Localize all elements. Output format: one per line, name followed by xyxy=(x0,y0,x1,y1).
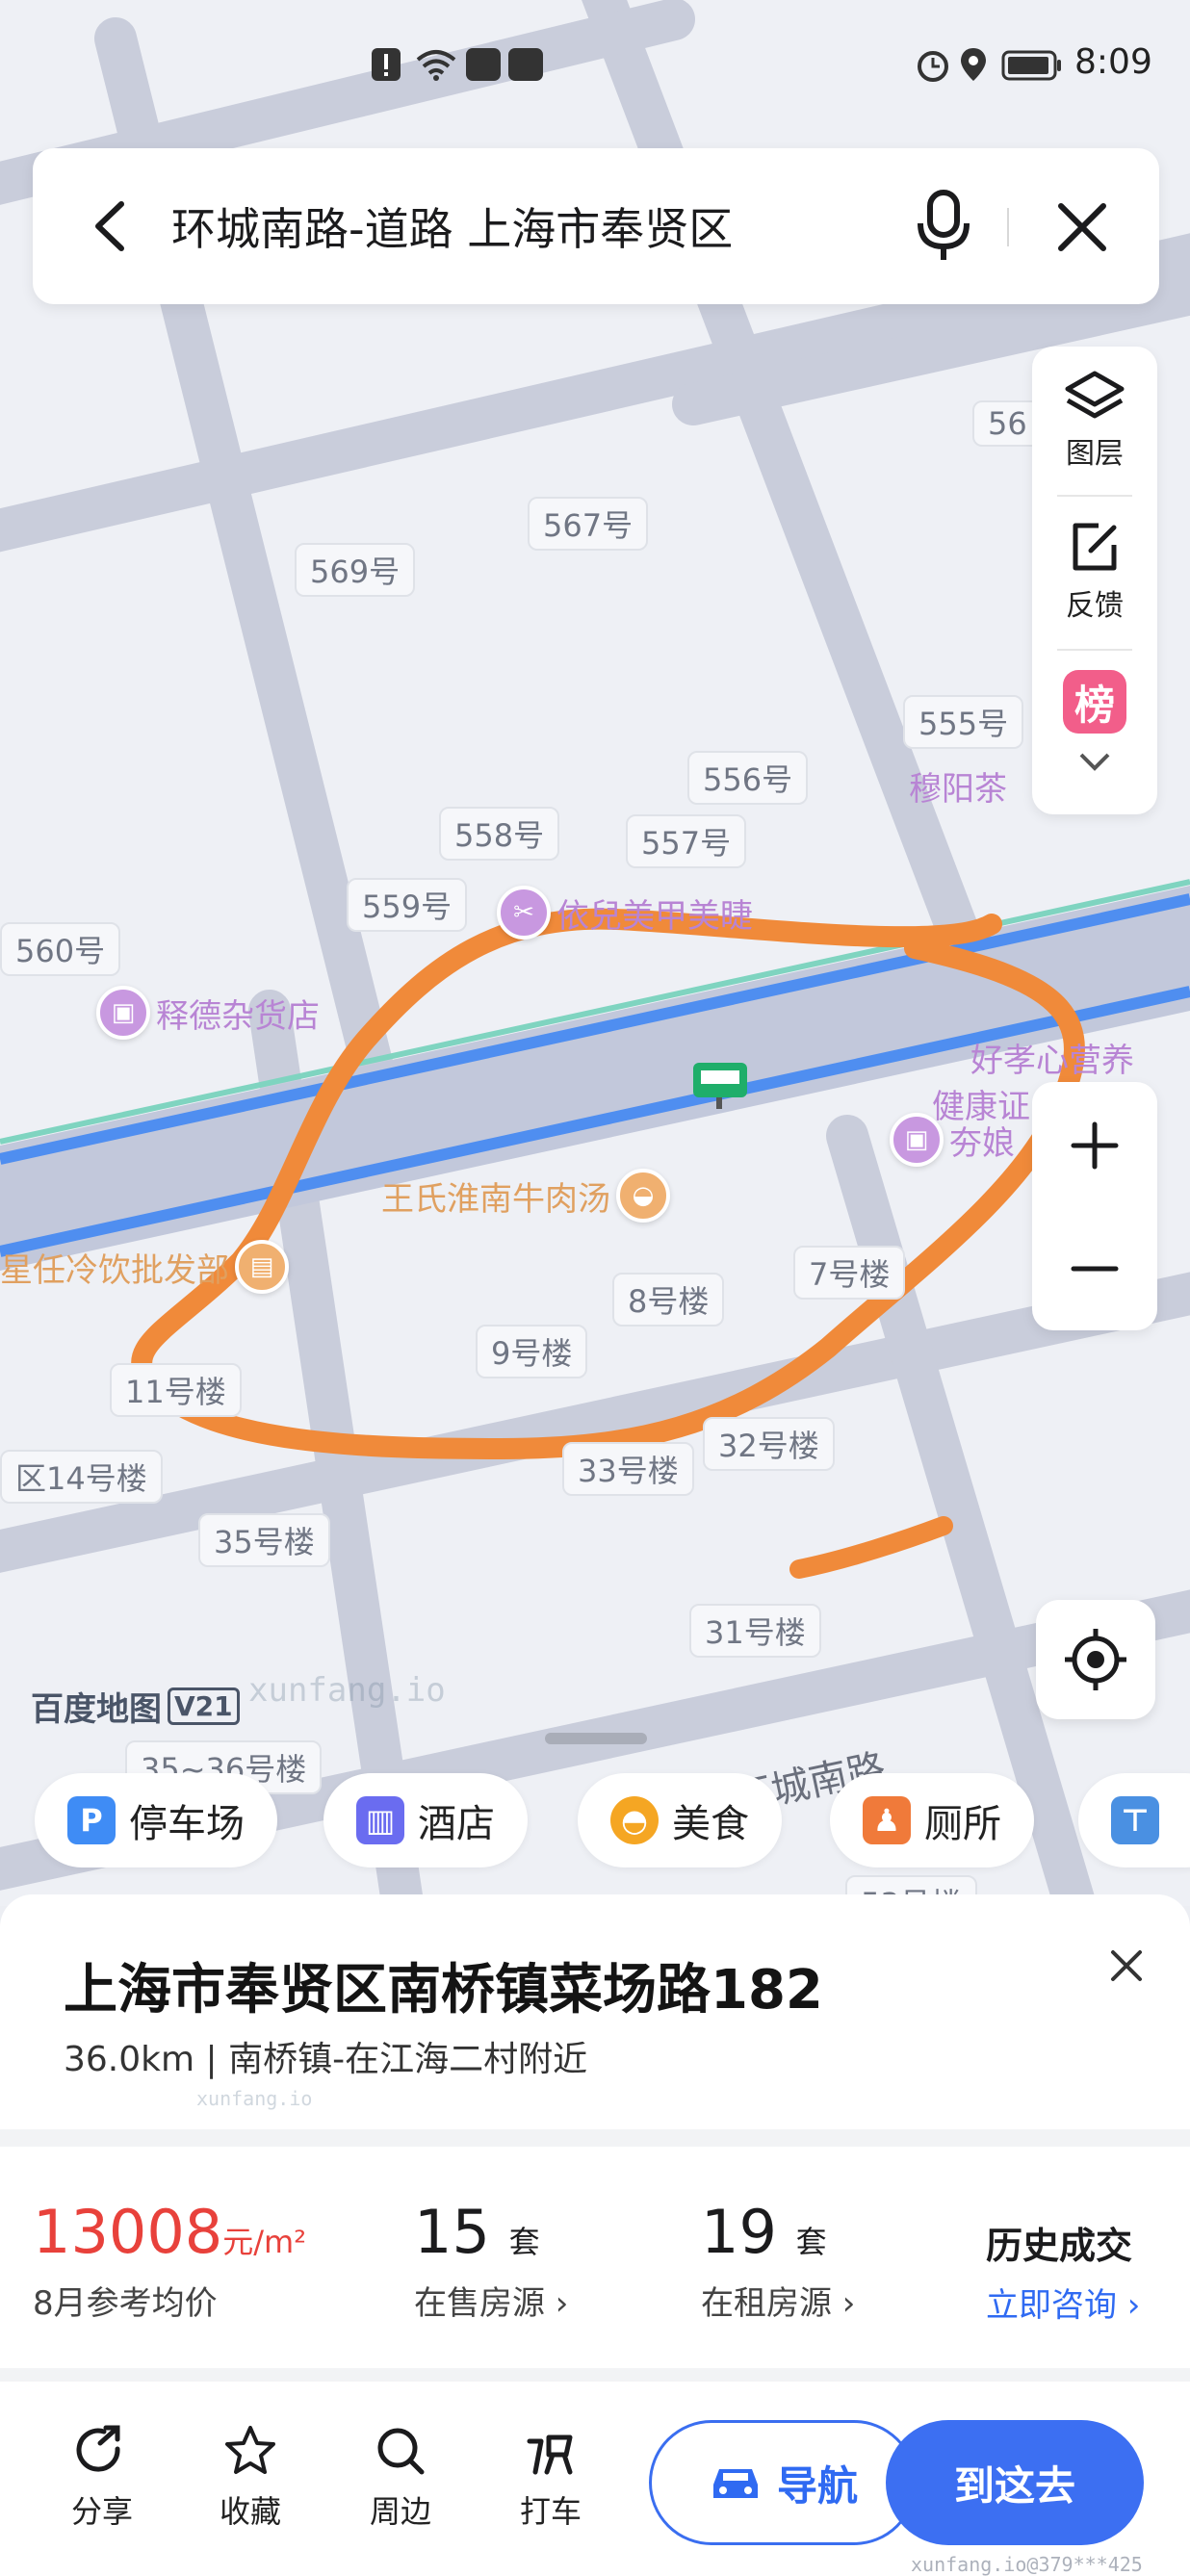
address-card: 上海市奉贤区南桥镇菜场路182 36.0km | 南桥镇-在江海二村附近 xun… xyxy=(0,1894,1190,2129)
place-subtitle: 36.0km | 南桥镇-在江海二村附近 xyxy=(64,2040,588,2079)
tool-divider xyxy=(1057,649,1132,651)
chip-more[interactable]: ⊤ xyxy=(1078,1773,1190,1868)
map-label: 555号 xyxy=(903,695,1024,749)
back-arrow-icon[interactable] xyxy=(77,189,146,264)
store-icon: ▤ xyxy=(235,1240,289,1294)
poi-shop[interactable]: ▣ 夯娘 xyxy=(890,1113,1015,1167)
search-bar[interactable]: 环城南路-道路 上海市奉贤区 xyxy=(33,148,1159,304)
poi-tea-shop[interactable]: 穆阳茶 xyxy=(909,762,1007,810)
map-label: 11号楼 xyxy=(110,1363,242,1417)
microphone-icon[interactable] xyxy=(905,185,982,268)
parking-icon: P xyxy=(67,1796,116,1844)
sign-icon: ⊤ xyxy=(1111,1796,1159,1844)
place-detail-sheet: 上海市奉贤区南桥镇菜场路182 36.0km | 南桥镇-在江海二村附近 xun… xyxy=(0,1894,1190,2576)
ranking-button[interactable]: 榜 xyxy=(1032,670,1157,776)
map-label: 33号楼 xyxy=(562,1442,694,1496)
map-label: 35号楼 xyxy=(198,1513,330,1567)
watermark: xunfang.io xyxy=(248,1671,446,1710)
poi-grocery[interactable]: ▣ 释德杂货店 xyxy=(96,986,320,1040)
taxi-icon xyxy=(527,2434,573,2475)
map-label: 31号楼 xyxy=(689,1604,821,1658)
shopping-bag-icon: ▣ xyxy=(890,1113,944,1167)
sheet-drag-handle[interactable] xyxy=(545,1733,647,1744)
chip-toilet[interactable]: ♟ 厕所 xyxy=(830,1773,1034,1868)
alert-icon xyxy=(372,48,401,81)
map-label: 557号 xyxy=(626,814,747,868)
feedback-edit-icon xyxy=(1073,523,1117,571)
place-title: 上海市奉贤区南桥镇菜场路182 xyxy=(64,1959,823,2022)
housing-stats: 13008元/m² 8月参考均价 15 套 在售房源 › 19 套 在租房源 ›… xyxy=(0,2147,1190,2368)
layers-button[interactable]: 图层 xyxy=(1032,370,1157,472)
map-label: 560号 xyxy=(0,922,121,976)
map-label: 9号楼 xyxy=(476,1325,588,1378)
toilet-icon: ♟ xyxy=(863,1796,911,1844)
search-divider xyxy=(1007,208,1009,246)
share-button[interactable]: 分享 xyxy=(54,2422,150,2532)
status-time: 8:09 xyxy=(1074,42,1152,82)
share-icon xyxy=(76,2425,120,2472)
zoom-control xyxy=(1032,1082,1157,1330)
favorite-button[interactable]: 收藏 xyxy=(202,2422,298,2532)
watermark: xunfang.io xyxy=(196,2087,313,2110)
history-deals[interactable]: 历史成交 立即咨询 › xyxy=(986,2216,1140,2326)
map-label: 8号楼 xyxy=(612,1273,725,1327)
wifi-icon xyxy=(416,50,456,81)
avg-price: 13008元/m² 8月参考均价 xyxy=(33,2197,307,2323)
scissors-icon: ✂ xyxy=(497,886,551,940)
map-label: 7号楼 xyxy=(793,1246,906,1300)
map-label: 567号 xyxy=(528,497,649,551)
for-rent-listings[interactable]: 19 套 在租房源 › xyxy=(701,2197,855,2324)
alarm-icon xyxy=(918,51,948,82)
search-query[interactable]: 环城南路-道路 上海市奉贤区 xyxy=(171,194,733,258)
car-icon xyxy=(712,2469,758,2498)
map-tool-panel: 图层 反馈 榜 xyxy=(1032,347,1157,814)
chip-hotel[interactable]: ▥ 酒店 xyxy=(323,1773,528,1868)
map-label: 559号 xyxy=(347,878,468,932)
close-icon[interactable] xyxy=(1105,1945,1148,1987)
shopping-bag-icon: ▣ xyxy=(96,986,150,1040)
status-bar: 8:09 xyxy=(0,0,1190,135)
chip-food[interactable]: ◓ 美食 xyxy=(578,1773,782,1868)
action-bar: 分享 收藏 周边 打车 导航 到这去 xunfang.io@379***425 xyxy=(0,2382,1190,2576)
poi-nutrition[interactable]: 好孝心营养 xyxy=(970,1034,1134,1081)
hotel-icon: ▥ xyxy=(356,1796,404,1844)
star-icon xyxy=(225,2426,275,2474)
baidu-map-logo: 百度地图 V21 xyxy=(31,1683,240,1730)
search-icon xyxy=(377,2428,425,2475)
watermark: xunfang.io@379***425 xyxy=(911,2553,1143,2576)
map-label: 569号 xyxy=(295,543,416,597)
navigate-button[interactable]: 导航 xyxy=(649,2420,917,2545)
zoom-in-icon[interactable] xyxy=(1068,1119,1122,1172)
food-icon: ◓ xyxy=(610,1796,659,1844)
nearby-button[interactable]: 周边 xyxy=(352,2422,449,2532)
bowl-icon: ◒ xyxy=(616,1169,670,1223)
taxi-button[interactable]: 打车 xyxy=(503,2422,599,2532)
zoom-out-icon[interactable] xyxy=(1068,1242,1122,1296)
poi-nail-salon[interactable]: ✂ 依兒美甲美睫 xyxy=(497,886,753,940)
layers-icon xyxy=(1065,371,1125,419)
go-here-button[interactable]: 到这去 xyxy=(886,2420,1144,2545)
category-chips: P 停车场 ▥ 酒店 ◓ 美食 ♟ 厕所 ⊤ xyxy=(0,1773,1190,1873)
location-icon xyxy=(961,48,986,81)
chevron-down-icon[interactable] xyxy=(1075,747,1114,776)
battery-icon xyxy=(1001,50,1061,81)
map-label: 556号 xyxy=(687,751,809,805)
map-label: 558号 xyxy=(439,807,560,861)
crosshair-icon xyxy=(1065,1629,1126,1690)
sim-card-icon xyxy=(466,48,501,81)
sim-card-icon xyxy=(508,48,543,81)
feedback-button[interactable]: 反馈 xyxy=(1032,518,1157,624)
map-label: 32号楼 xyxy=(703,1417,835,1471)
tool-divider xyxy=(1057,495,1132,497)
close-icon[interactable] xyxy=(1046,191,1119,264)
poi-cold-drinks[interactable]: 星任冷饮批发部 ▤ xyxy=(0,1240,289,1294)
poi-beef-soup[interactable]: 王氏淮南牛肉汤 ◒ xyxy=(381,1169,670,1223)
map-label: 区14号楼 xyxy=(0,1450,163,1504)
ranking-icon: 榜 xyxy=(1063,670,1126,734)
locate-me-button[interactable] xyxy=(1036,1600,1155,1719)
for-sale-listings[interactable]: 15 套 在售房源 › xyxy=(414,2197,568,2324)
chip-parking[interactable]: P 停车场 xyxy=(35,1773,277,1868)
